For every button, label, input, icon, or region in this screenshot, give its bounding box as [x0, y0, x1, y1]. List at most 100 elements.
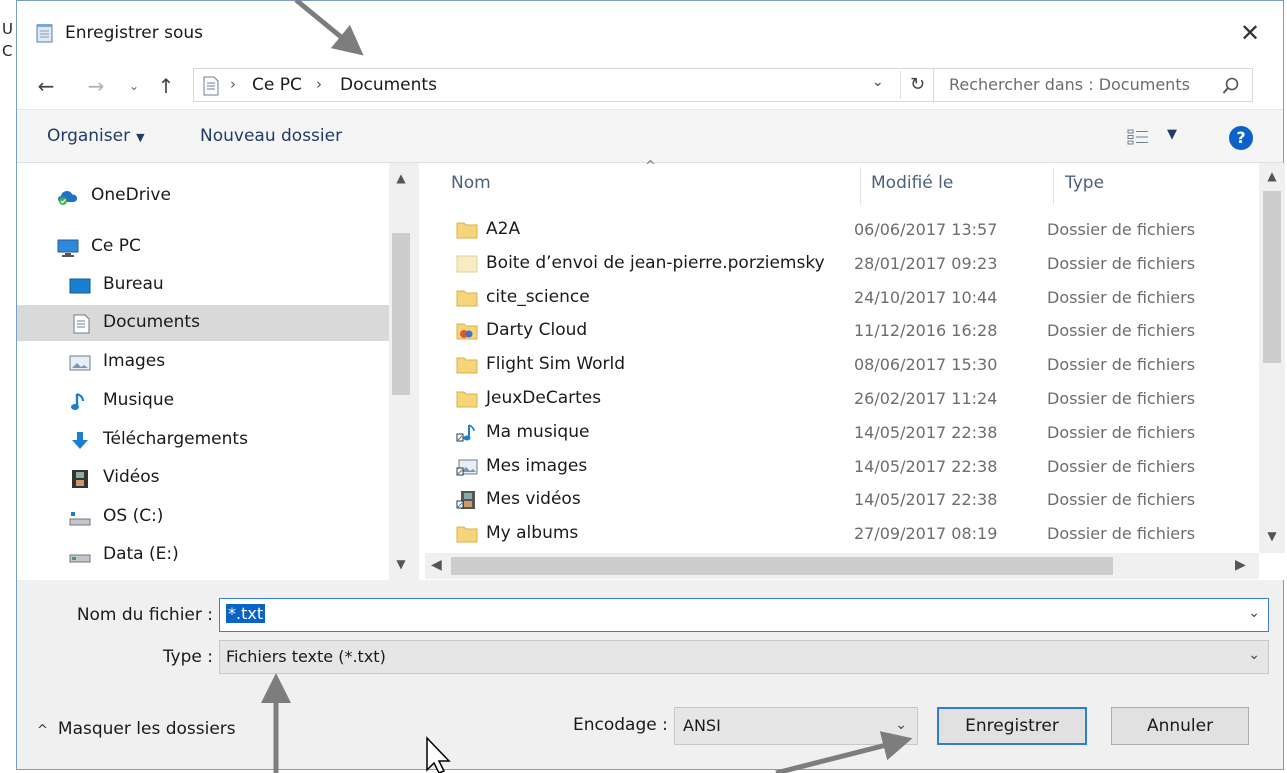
scroll-left-icon[interactable]: ◀ [431, 557, 442, 573]
refresh-icon[interactable]: ↻ [900, 71, 934, 99]
file-row[interactable]: Ma musique 14/05/2017 22:38 Dossier de fic… [451, 416, 1259, 450]
nav-item-musique[interactable]: Musique [17, 383, 389, 419]
scrollbar-thumb[interactable] [451, 557, 1113, 575]
nav-item-data-e[interactable]: Data (E:) [17, 537, 389, 573]
filename-input[interactable]: *.txt ⌄ [219, 598, 1269, 632]
file-list-vertical-scrollbar[interactable]: ▲ ▼ [1259, 163, 1285, 553]
column-header-type[interactable]: Type [1065, 173, 1104, 193]
videos-shortcut-icon [456, 490, 478, 510]
back-arrow-icon[interactable]: ← [33, 73, 59, 99]
notepad-icon [36, 24, 53, 43]
nav-item-bureau[interactable]: Bureau [17, 267, 389, 303]
file-name: Darty Cloud [486, 320, 588, 341]
file-list-horizontal-scrollbar[interactable]: ◀ ▶ [425, 553, 1259, 579]
file-modified-date: 06/06/2017 13:57 [854, 220, 998, 239]
scroll-up-icon[interactable]: ▲ [389, 171, 413, 185]
folder-icon [456, 389, 478, 409]
nav-pane-scrollbar[interactable]: ▲ ▼ [389, 163, 413, 580]
search-icon[interactable] [1222, 77, 1240, 95]
file-row[interactable]: Darty Cloud 11/12/2016 16:28 Dossier de fi… [451, 314, 1259, 348]
music-shortcut-icon [456, 423, 478, 443]
hide-folders-toggle[interactable]: ^ Masquer les dossiers [37, 719, 236, 739]
forward-arrow-icon[interactable]: → [83, 73, 109, 99]
file-name: Boite d’envoi de jean-pierre.porziemsky [486, 252, 825, 273]
search-box[interactable]: Rechercher dans : Documents [933, 68, 1253, 102]
help-icon[interactable]: ? [1229, 126, 1253, 150]
cancel-button[interactable]: Annuler [1111, 707, 1249, 745]
scroll-down-icon[interactable]: ▼ [1259, 529, 1285, 543]
view-details-icon[interactable] [1127, 128, 1149, 146]
nav-item-ce-pc[interactable]: Ce PC [17, 229, 389, 265]
chevron-down-icon[interactable]: ⌄ [895, 717, 907, 733]
title-bar: Enregistrer sous ✕ [17, 1, 1283, 65]
file-type: Dossier de fichiers [1047, 220, 1196, 239]
dialog-title: Enregistrer sous [65, 23, 203, 43]
file-type: Dossier de fichiers [1047, 389, 1196, 408]
file-name: A2A [486, 219, 521, 239]
nav-label: Images [103, 351, 166, 371]
column-header-modified[interactable]: Modifié le [871, 173, 953, 193]
breadcrumb-separator-icon[interactable]: › [316, 75, 322, 93]
videos-icon [72, 470, 88, 488]
file-row[interactable]: Mes vidéos 14/05/2017 22:38 Dossier de fic… [451, 483, 1259, 517]
new-folder-button[interactable]: Nouveau dossier [200, 126, 342, 146]
file-row[interactable]: cite_science 24/10/2017 10:44 Dossier de f… [451, 281, 1259, 315]
nav-label: OS (C:) [103, 506, 164, 526]
nav-item-os-c[interactable]: OS (C:) [17, 499, 389, 535]
nav-item-documents[interactable]: Documents [17, 305, 389, 341]
file-name: JeuxDeCartes [486, 388, 602, 408]
file-row[interactable]: Flight Sim World 08/06/2017 15:30 Dossier … [451, 348, 1259, 382]
file-type: Dossier de fichiers [1047, 355, 1196, 375]
breadcrumb-documents[interactable]: Documents [340, 75, 437, 95]
recent-locations-chevron-icon[interactable]: ⌄ [121, 73, 147, 99]
file-type: Dossier de fichiers [1047, 321, 1196, 341]
scrollbar-thumb[interactable] [1263, 191, 1281, 363]
chevron-down-icon[interactable]: ⌄ [1248, 605, 1260, 621]
filename-value[interactable]: *.txt [226, 604, 266, 623]
documents-icon [73, 314, 90, 334]
breadcrumb-ce-pc[interactable]: Ce PC [252, 75, 302, 95]
address-dropdown-icon[interactable]: ⌄ [872, 74, 884, 90]
file-row[interactable]: JeuxDeCartes 26/02/2017 11:24 Dossier de f… [451, 382, 1259, 416]
nav-item-videos[interactable]: Vidéos [17, 460, 389, 496]
background-text-2: C [2, 42, 13, 60]
file-row[interactable]: My albums 27/09/2017 08:19 Dossier de fich… [451, 517, 1259, 551]
breadcrumb-separator-icon[interactable]: › [230, 75, 236, 93]
file-modified-date: 08/06/2017 15:30 [854, 355, 998, 375]
folder-icon [456, 524, 478, 544]
scroll-down-icon[interactable]: ▼ [389, 557, 413, 571]
scroll-right-icon[interactable]: ▶ [1235, 557, 1246, 573]
close-icon: ✕ [1239, 19, 1261, 47]
file-row[interactable]: Mes images 14/05/2017 22:38 Dossier de fic… [451, 450, 1259, 484]
organize-menu-button[interactable]: Organiser ▼ [47, 126, 145, 146]
file-row[interactable]: A2A 06/06/2017 13:57 Dossier de fichiers [451, 213, 1259, 247]
up-arrow-icon[interactable]: ↑ [153, 73, 179, 99]
file-row[interactable]: Boite d’envoi de jean-pierre.porziemsky 2… [451, 247, 1259, 281]
onedrive-icon [58, 191, 77, 205]
column-divider[interactable] [1053, 167, 1054, 205]
file-type-select[interactable]: Fichiers texte (*.txt) ⌄ [219, 640, 1269, 674]
folder-icon [456, 220, 478, 240]
file-type: Dossier de fichiers [1047, 490, 1196, 510]
scroll-up-icon[interactable]: ▲ [1259, 169, 1285, 183]
chevron-up-icon: ^ [37, 723, 48, 738]
scrollbar-thumb[interactable] [392, 233, 410, 395]
nav-item-telechargements[interactable]: Téléchargements [17, 422, 389, 458]
save-button[interactable]: Enregistrer [937, 707, 1087, 745]
nav-label: Bureau [103, 274, 164, 294]
address-bar[interactable]: › Ce PC › Documents ⌄ ↻ [193, 68, 939, 102]
download-icon [72, 432, 88, 449]
close-button[interactable]: ✕ [1235, 19, 1265, 49]
type-label: Type : [162, 647, 213, 667]
column-header-name[interactable]: Nom [451, 173, 491, 193]
chevron-down-icon[interactable]: ⌄ [1248, 647, 1260, 663]
file-modified-date: 27/09/2017 08:19 [854, 524, 998, 544]
column-divider[interactable] [860, 167, 861, 205]
drive-icon [69, 554, 91, 563]
file-name: My albums [486, 523, 579, 544]
view-options-caret-icon[interactable]: ▼ [1167, 127, 1177, 142]
encoding-select[interactable]: ANSI ⌄ [674, 707, 918, 745]
file-modified-date: 11/12/2016 16:28 [854, 321, 998, 341]
nav-item-onedrive[interactable]: OneDrive [17, 178, 389, 214]
nav-item-images[interactable]: Images [17, 344, 389, 380]
